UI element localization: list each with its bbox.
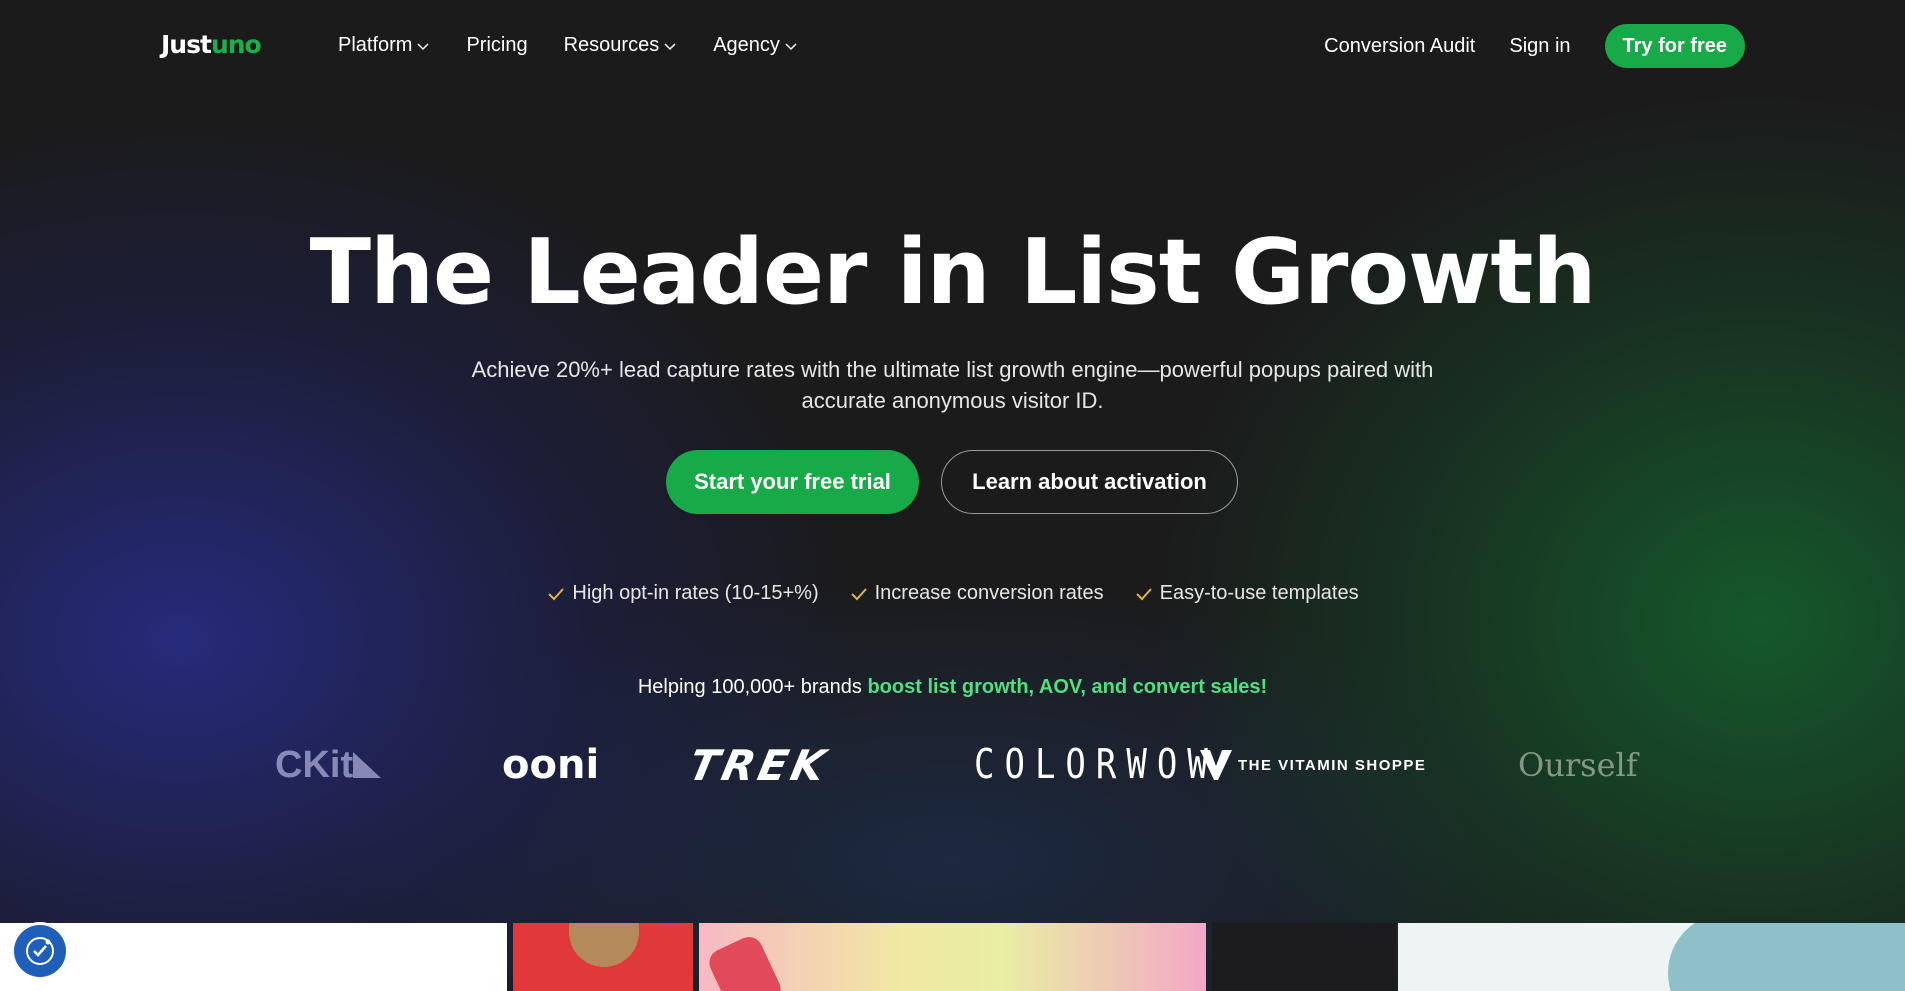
helping-prefix: Helping 100,000+ brands [637, 676, 868, 698]
feature-check-label: Easy-to-use templates [1159, 582, 1359, 604]
check-icon [548, 587, 565, 600]
learn-about-activation-button[interactable]: Learn about activation [941, 450, 1238, 514]
chevron-down-icon [417, 42, 429, 50]
nav-pricing[interactable]: Pricing [466, 34, 527, 57]
helping-brands-text: Helping 100,000+ brands boost list growt… [0, 676, 1905, 699]
showcase-tile [0, 923, 507, 991]
logo-text-uno: uno [210, 30, 262, 59]
nav-resources-label: Resources [563, 34, 660, 56]
start-free-trial-button[interactable]: Start your free trial [666, 450, 919, 514]
cat-image [569, 923, 639, 967]
brand-logo-ourself: Ourself [1518, 746, 1638, 784]
main-nav: Platform Pricing Resources Agency [338, 34, 798, 57]
brand-logo-ooni: ooni [502, 742, 600, 788]
nav-platform[interactable]: Platform [338, 34, 430, 57]
brand-logo-colorwow: COLORWOW [974, 741, 1218, 789]
nav-right: Conversion Audit Sign in Try for free [1324, 24, 1745, 68]
hero-title: The Leader in List Growth [309, 220, 1597, 325]
helping-highlight: boost list growth, AOV, and convert sale… [867, 676, 1268, 698]
feature-check-label: High opt-in rates (10-15+%) [572, 582, 819, 604]
check-icon [850, 587, 867, 600]
brand-logo-kit: CKit [275, 740, 382, 790]
can-image [704, 932, 786, 991]
showcase-tile [1398, 923, 1905, 991]
decorative-shape [1668, 923, 1905, 991]
nav-resources[interactable]: Resources [564, 34, 678, 57]
justuno-logo[interactable]: Justuno [161, 30, 262, 59]
top-navigation: Justuno Platform Pricing Resources Agenc… [0, 0, 1905, 92]
accessibility-button[interactable] [14, 925, 66, 977]
chevron-down-icon [785, 42, 797, 50]
accessibility-icon [26, 937, 54, 965]
hero-subtitle: Achieve 20%+ lead capture rates with the… [471, 357, 1434, 413]
feature-check-item: High opt-in rates (10-15+%) [546, 582, 819, 605]
showcase-tile [699, 923, 1206, 991]
conversion-audit-link[interactable]: Conversion Audit [1324, 35, 1475, 58]
hero-cta-row: Start your free trial Learn about activa… [666, 450, 1238, 514]
feature-check-item: Increase conversion rates [849, 582, 1104, 605]
feature-check-label: Increase conversion rates [874, 582, 1104, 604]
nav-agency[interactable]: Agency [713, 34, 798, 57]
nav-platform-label: Platform [338, 34, 413, 56]
feature-checks: High opt-in rates (10-15+%) Increase con… [0, 582, 1905, 605]
brand-logos-strip: CKit ooni TREK COLORWOW THE VITAMIN SHOP… [0, 740, 1905, 790]
brand-kit-text: CKit [275, 743, 354, 786]
brand-logo-vitamin-shoppe: THE VITAMIN SHOPPE [1200, 740, 1426, 790]
chevron-down-icon [664, 42, 676, 50]
showcase-tile [1212, 923, 1396, 991]
nav-agency-label: Agency [713, 34, 780, 56]
try-for-free-button[interactable]: Try for free [1604, 24, 1745, 68]
showcase-tiles [0, 923, 1905, 991]
sign-in-link[interactable]: Sign in [1509, 35, 1570, 58]
logo-text-just: Just [161, 30, 212, 59]
nav-pricing-label: Pricing [466, 34, 528, 56]
feature-check-item: Easy-to-use templates [1134, 582, 1359, 605]
brand-vitamin-text: THE VITAMIN SHOPPE [1238, 756, 1427, 774]
v-logo-icon [1200, 750, 1232, 780]
brand-logo-trek: TREK [684, 740, 834, 790]
showcase-tile [513, 923, 693, 991]
check-icon [1135, 587, 1152, 600]
triangle-icon [353, 752, 382, 778]
